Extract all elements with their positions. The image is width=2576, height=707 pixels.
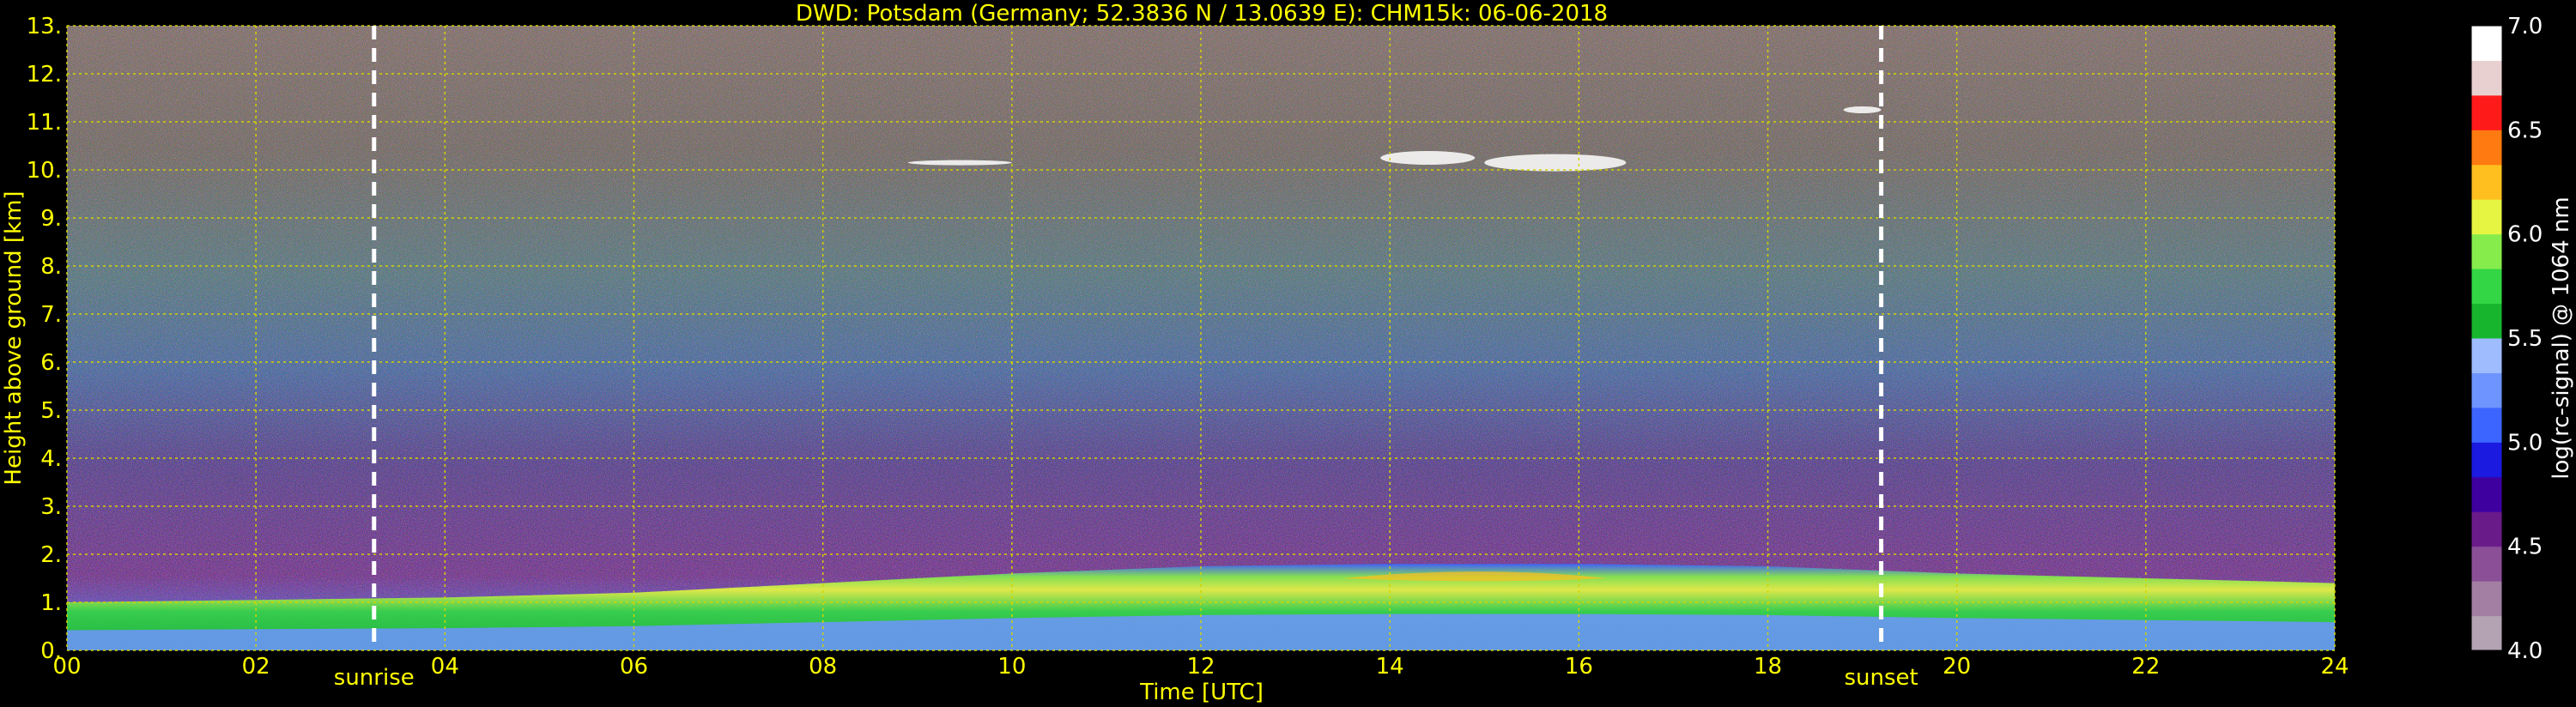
y-tick-label: 3. — [40, 494, 62, 520]
x-tick-label: 12 — [1186, 654, 1215, 680]
colorbar-segment — [2471, 338, 2502, 373]
colorbar-segment — [2471, 511, 2502, 547]
y-tick-label: 1. — [40, 590, 62, 616]
y-tick-label: 0. — [40, 638, 62, 664]
y-tick-label: 10. — [27, 158, 62, 184]
colorbar-tick-label: 7.0 — [2507, 14, 2543, 39]
colorbar-segment — [2471, 60, 2502, 96]
colorbar: 4.0 4.5 5.0 5.5 6.0 6.5 7.0 — [2470, 14, 2543, 664]
cirrus-streak — [1843, 106, 1882, 113]
x-tick-label: 10 — [997, 654, 1026, 680]
colorbar-tick-label: 4.0 — [2507, 638, 2543, 664]
event-label-sunrise: sunrise — [334, 665, 415, 691]
colorbar-segment — [2471, 233, 2502, 269]
y-tick-label: 12. — [27, 62, 62, 88]
colorbar-segment — [2471, 94, 2502, 130]
colorbar-segment — [2471, 615, 2502, 651]
x-tick-label: 14 — [1376, 654, 1404, 680]
cirrus-streak — [1484, 154, 1627, 172]
y-tick-label: 11. — [27, 110, 62, 136]
x-tick-label: 16 — [1565, 654, 1593, 680]
colorbar-segment — [2471, 269, 2502, 305]
y-tick-label: 13. — [27, 14, 62, 39]
y-tick-label: 2. — [40, 542, 62, 568]
x-tick-label: 18 — [1754, 654, 1782, 680]
x-axis-label: Time [UTC] — [1139, 680, 1264, 705]
colorbar-segment — [2471, 581, 2502, 617]
x-tick-label: 02 — [242, 654, 270, 680]
colorbar-tick-label: 5.5 — [2507, 326, 2543, 352]
cirrus-streak — [907, 160, 1012, 166]
y-tick-label: 7. — [40, 302, 62, 328]
y-tick-label: 9. — [40, 206, 62, 232]
colorbar-segment — [2471, 26, 2502, 61]
x-tick-label: 22 — [2131, 654, 2160, 680]
y-tick-label: 8. — [40, 254, 62, 280]
y-axis-ticks: 0. 1. 2. 3. 4. 5. 6. 7. 8. 9. 10. 11. 12. 13. — [27, 14, 62, 664]
cirrus-streak — [1380, 151, 1476, 165]
chart-title: DWD: Potsdam (Germany; 52.3836 N / 13.06… — [796, 1, 1608, 27]
colorbar-segment — [2471, 130, 2502, 166]
colorbar-tick-label: 6.5 — [2507, 118, 2543, 143]
x-tick-label: 06 — [620, 654, 648, 680]
colorbar-label: log(rc-signal) @ 1064 nm — [2549, 196, 2574, 479]
colorbar-tick-label: 4.5 — [2507, 535, 2543, 560]
y-tick-label: 4. — [40, 446, 62, 472]
colorbar-segment — [2471, 407, 2502, 443]
colorbar-segment — [2471, 476, 2502, 512]
colorbar-segment — [2471, 546, 2502, 582]
y-tick-label: 5. — [40, 398, 62, 424]
colorbar-segment — [2471, 442, 2502, 478]
x-tick-label: 20 — [1943, 654, 1971, 680]
colorbar-segment — [2471, 372, 2502, 408]
y-tick-label: 6. — [40, 350, 62, 376]
colorbar-segment — [2471, 164, 2502, 200]
colorbar-tick-label: 6.0 — [2507, 222, 2543, 248]
y-axis-label: Height above ground [km] — [1, 190, 27, 485]
colorbar-segment — [2471, 199, 2502, 235]
x-tick-label: 08 — [809, 654, 837, 680]
x-tick-label: 04 — [431, 654, 459, 680]
x-tick-label: 24 — [2320, 654, 2349, 680]
colorbar-tick-label: 5.0 — [2507, 430, 2543, 456]
lidar-ceilometer-chart: sunrise sunset 00 02 04 06 08 10 12 14 16 18 20 22 24… — [1, 1, 2574, 705]
colorbar-segment — [2471, 303, 2502, 339]
event-label-sunset: sunset — [1844, 665, 1918, 691]
